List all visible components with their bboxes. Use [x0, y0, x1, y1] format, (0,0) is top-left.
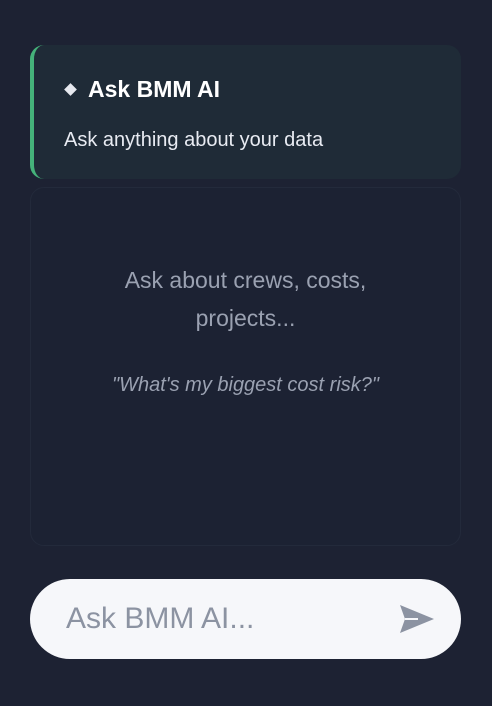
- ai-subtitle: Ask anything about your data: [64, 129, 324, 151]
- chat-input[interactable]: [64, 601, 395, 637]
- chat-input-bar: [30, 579, 461, 659]
- ai-title-row: Ask BMM AI: [64, 75, 461, 103]
- ai-title: Ask BMM AI: [88, 76, 221, 102]
- example-question: "What's my biggest cost risk?": [112, 374, 379, 396]
- chat-messages-panel: Ask about crews, costs, projects... "Wha…: [30, 187, 461, 546]
- diamond-icon: [64, 82, 77, 96]
- ai-header-card: Ask BMM AI Ask anything about your data: [30, 45, 461, 179]
- send-button[interactable]: [395, 597, 439, 641]
- empty-state-prompt: Ask about crews, costs, projects...: [124, 267, 367, 331]
- send-icon: [400, 605, 434, 633]
